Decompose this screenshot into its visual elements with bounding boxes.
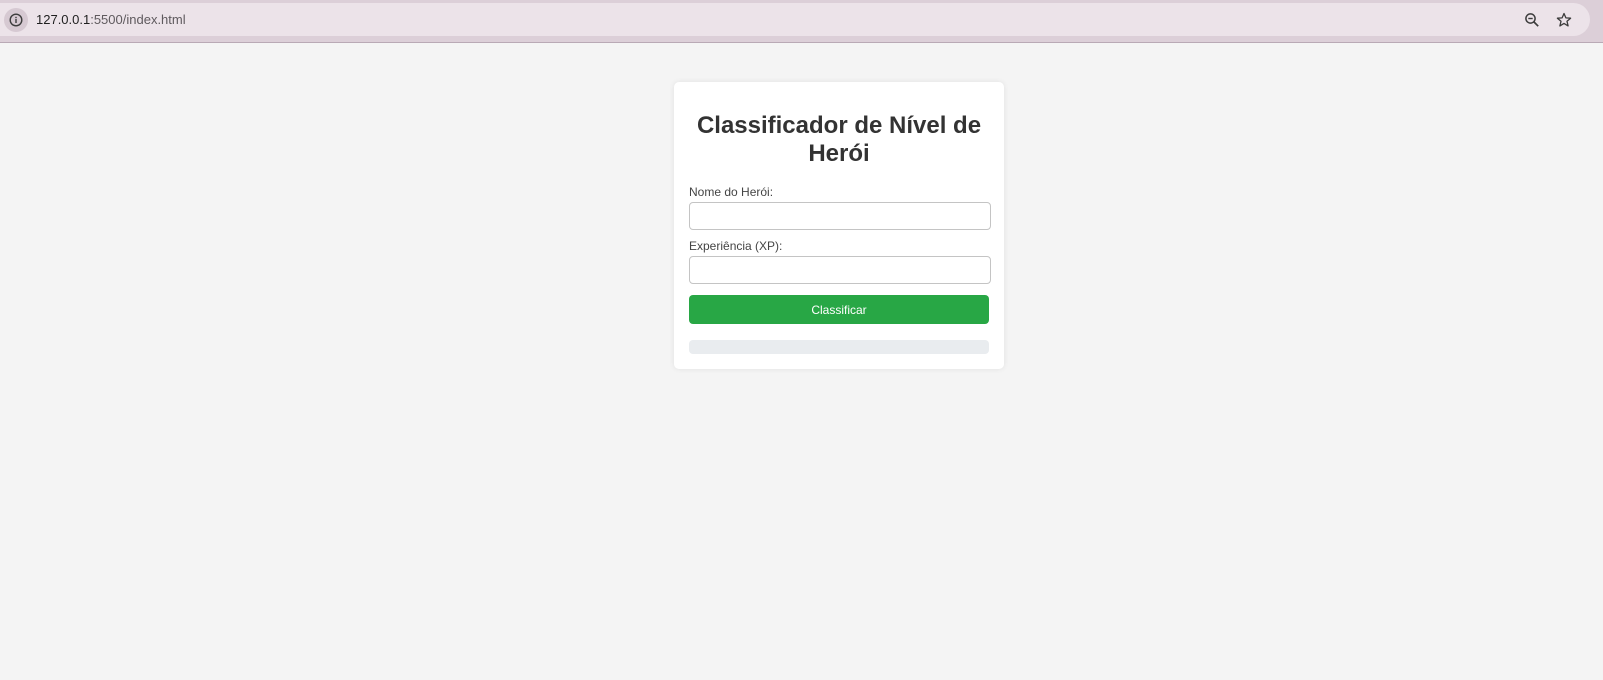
result-box	[689, 340, 989, 354]
url-host: 127.0.0.1	[36, 12, 91, 27]
hero-name-input[interactable]	[689, 202, 991, 230]
xp-input[interactable]	[689, 256, 991, 284]
bookmark-star-icon[interactable]	[1553, 9, 1575, 31]
hero-name-label: Nome do Herói:	[689, 185, 774, 199]
classify-button[interactable]: Classificar	[689, 295, 989, 324]
browser-toolbar: 127.0.0.1:5500/index.html	[0, 0, 1603, 43]
address-bar[interactable]: 127.0.0.1:5500/index.html	[0, 3, 1590, 36]
classifier-card: Classificador de Nível de Herói Nome do …	[674, 82, 1004, 369]
xp-label: Experiência (XP):	[689, 239, 783, 253]
site-info-icon[interactable]	[4, 8, 28, 32]
url-text[interactable]: 127.0.0.1:5500/index.html	[36, 12, 186, 28]
zoom-out-icon[interactable]	[1521, 9, 1543, 31]
url-path: :5500/index.html	[90, 12, 186, 27]
page-title: Classificador de Nível de Herói	[696, 112, 982, 167]
